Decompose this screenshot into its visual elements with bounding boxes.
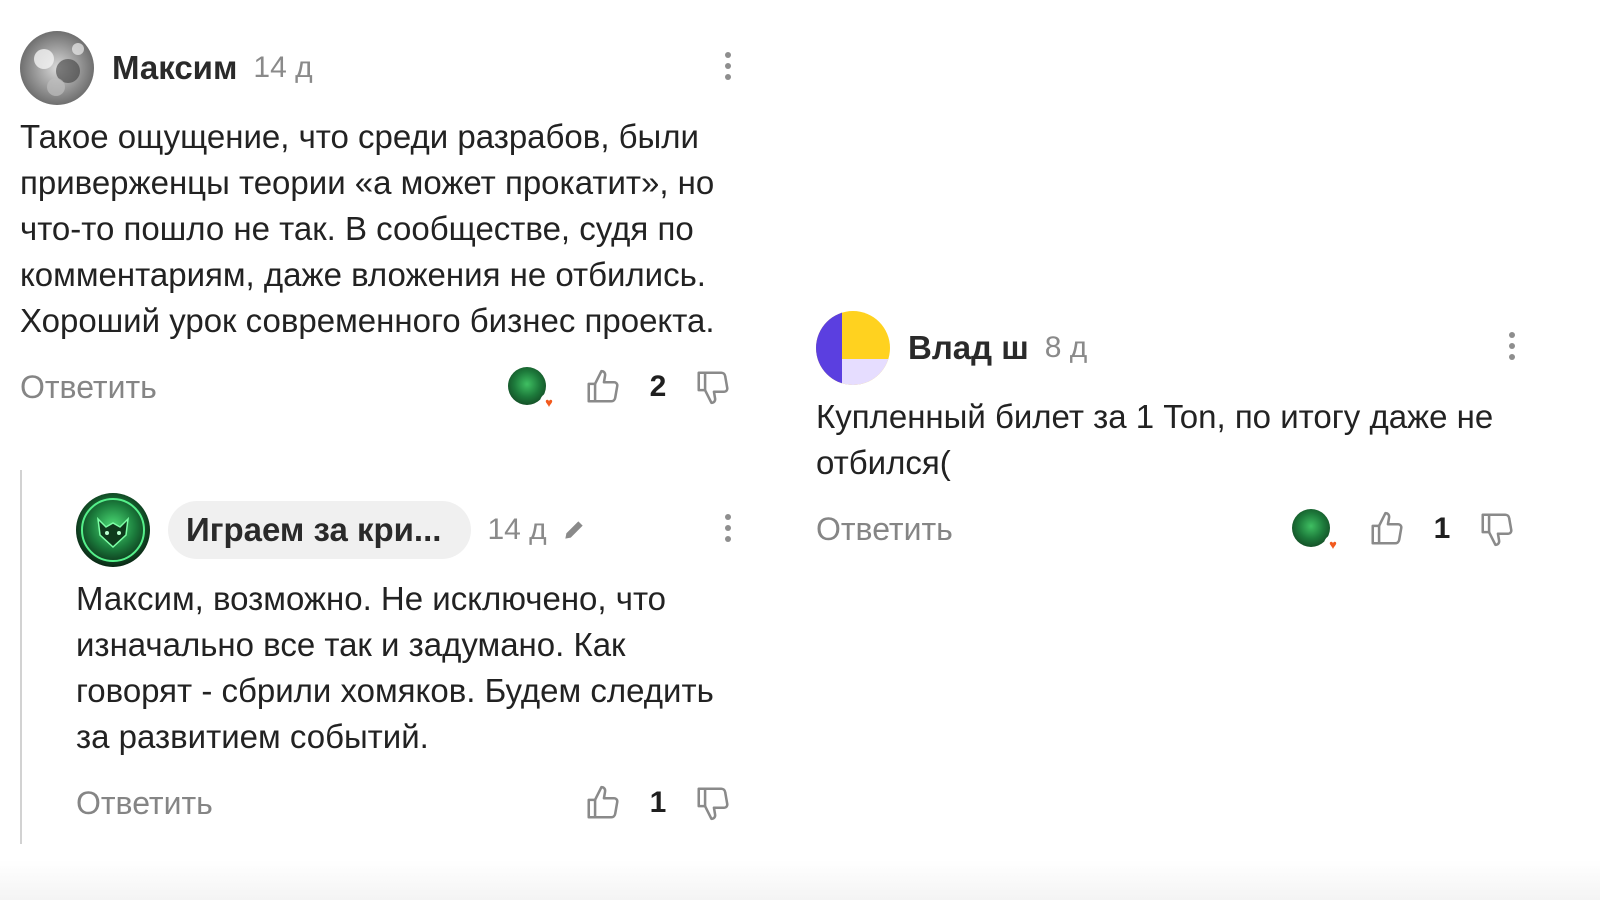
reaction-bar: ♥ 2 bbox=[508, 362, 732, 412]
comment-header: Играем за кри... 14 д bbox=[76, 492, 732, 568]
timestamp: 14 д bbox=[487, 513, 547, 546]
comment-header: Максим 14 д bbox=[20, 30, 732, 106]
like-count: 1 bbox=[1433, 512, 1451, 545]
timestamp: 14 д bbox=[253, 51, 313, 84]
author-chip[interactable]: Играем за кри... bbox=[168, 501, 472, 559]
avatar[interactable] bbox=[816, 311, 890, 385]
reply-button[interactable]: Ответить bbox=[76, 785, 213, 822]
like-count: 2 bbox=[649, 370, 667, 403]
author-name[interactable]: Влад ш bbox=[908, 329, 1029, 367]
comment-text: Максим, возможно. Не исключено, что изна… bbox=[76, 580, 714, 755]
thumbs-down-icon[interactable] bbox=[694, 368, 732, 406]
heart-icon: ♥ bbox=[540, 393, 558, 411]
comment-vlad: Влад ш 8 д Купленный билет за 1 Ton, по … bbox=[816, 310, 1516, 554]
avatar[interactable] bbox=[76, 493, 150, 567]
thread-line bbox=[20, 470, 22, 844]
thumbs-down-icon[interactable] bbox=[694, 784, 732, 822]
bottom-fade bbox=[0, 860, 1600, 900]
reaction-bar: ♥ 1 bbox=[1292, 504, 1516, 554]
timestamp: 8 д bbox=[1044, 331, 1088, 364]
comment-text: Купленный билет за 1 Ton, по итогу даже … bbox=[816, 398, 1494, 481]
more-options-icon[interactable] bbox=[724, 514, 732, 547]
comment-text: Такое ощущение, что среди разрабов, были… bbox=[20, 118, 715, 339]
heart-icon: ♥ bbox=[1324, 535, 1342, 553]
comment-footer: Ответить 1 bbox=[76, 778, 732, 828]
more-options-icon[interactable] bbox=[724, 52, 732, 85]
comment-footer: Ответить ♥ 2 bbox=[20, 362, 732, 412]
reply-button[interactable]: Ответить bbox=[20, 369, 157, 406]
author-liked-indicator: ♥ bbox=[1292, 509, 1342, 553]
comment-reply-group: Играем за кри... 14 д Максим, возможно. … bbox=[76, 492, 732, 828]
thumbs-up-icon[interactable] bbox=[1368, 510, 1406, 548]
like-count: 1 bbox=[649, 786, 667, 819]
author-name: Играем за кри... bbox=[186, 511, 442, 548]
comment-maksim: Максим 14 д Такое ощущение, что среди ра… bbox=[20, 30, 732, 412]
comment-footer: Ответить ♥ 1 bbox=[816, 504, 1516, 554]
comment-header: Влад ш 8 д bbox=[816, 310, 1516, 386]
edited-pencil-icon bbox=[564, 521, 583, 539]
avatar[interactable] bbox=[20, 31, 94, 105]
thumbs-down-icon[interactable] bbox=[1478, 510, 1516, 548]
reply-button[interactable]: Ответить bbox=[816, 511, 953, 548]
author-liked-indicator: ♥ bbox=[508, 367, 558, 411]
thumbs-up-icon[interactable] bbox=[584, 368, 622, 406]
reaction-bar: 1 bbox=[584, 778, 732, 828]
author-name[interactable]: Максим bbox=[112, 49, 237, 87]
thumbs-up-icon[interactable] bbox=[584, 784, 622, 822]
more-options-icon[interactable] bbox=[1508, 332, 1516, 365]
